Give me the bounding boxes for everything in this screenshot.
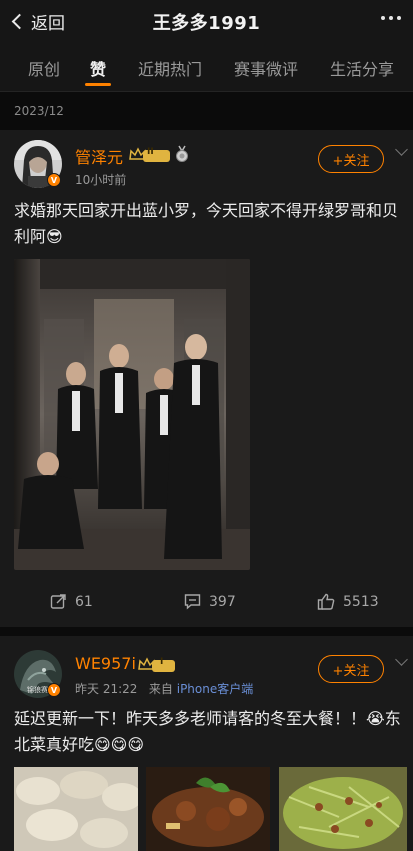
comment-count: 397	[209, 593, 236, 610]
post-actions: 61 397 5513	[0, 593, 413, 623]
card-separator	[0, 627, 413, 636]
verified-v-icon: V	[47, 173, 61, 187]
page-title: 王多多1991	[152, 13, 261, 34]
post-card: 锦狼赛 V WE957i I 昨天 21:22 来自 iPhone客户端 +关注…	[0, 636, 413, 851]
tab-likes[interactable]: 赞	[90, 56, 106, 80]
post-image[interactable]	[14, 259, 250, 570]
tab-bar: 原创 赞 近期热门 赛事微评 生活分享	[0, 42, 413, 92]
tab-recent-hot[interactable]: 近期热门	[138, 56, 202, 80]
dot-icon	[381, 16, 385, 20]
repost-button[interactable]: 61	[50, 593, 93, 610]
avatar-caption: 锦狼赛	[27, 686, 48, 694]
source-link[interactable]: iPhone客户端	[177, 682, 254, 696]
post-card: V 管泽元 II 10小时前 +关注 求婚那天回家开出蓝小罗，今天回家不得开绿罗…	[0, 130, 413, 627]
tab-life-share[interactable]: 生活分享	[330, 56, 394, 80]
tab-match-comments[interactable]: 赛事微评	[234, 56, 298, 80]
post-image[interactable]	[146, 767, 270, 851]
date-section-header: 2023/12	[0, 92, 413, 130]
repost-icon	[50, 594, 66, 609]
more-options-button[interactable]	[381, 16, 401, 20]
crown-level-badge-icon	[138, 657, 175, 672]
post-time: 10小时前	[75, 173, 127, 187]
level-badge-text: I	[160, 657, 164, 667]
post-text: 延迟更新一下！昨天多多老师请客的冬至大餐！！😭东北菜真好吃😋😋😋	[14, 709, 401, 754]
dot-icon	[389, 16, 393, 20]
active-tab-indicator	[85, 83, 111, 86]
chevron-down-icon[interactable]	[395, 143, 408, 156]
comment-icon	[184, 594, 201, 610]
post-image[interactable]	[14, 767, 138, 851]
follow-button[interactable]: +关注	[318, 145, 384, 173]
date-label: 2023/12	[14, 104, 64, 118]
source-prefix: 来自	[148, 682, 173, 696]
username[interactable]: 管泽元	[75, 144, 123, 168]
tab-original[interactable]: 原创	[28, 56, 60, 80]
post-text: 求婚那天回家开出蓝小罗，今天回家不得开绿罗哥和贝利阿😎	[14, 201, 399, 246]
like-count: 5513	[343, 593, 379, 610]
chevron-down-icon[interactable]	[395, 653, 408, 666]
repost-count: 61	[75, 593, 93, 610]
top-nav-bar: 返回 王多多1991	[0, 0, 413, 42]
username[interactable]: WE957i	[75, 654, 136, 673]
level-badge-text: II	[147, 147, 154, 157]
medal-icon	[176, 145, 188, 162]
like-button[interactable]: 5513	[317, 593, 379, 610]
post-meta: 昨天 21:22 来自 iPhone客户端	[75, 680, 253, 697]
post-time: 昨天 21:22	[75, 682, 138, 696]
post-image[interactable]	[279, 767, 407, 851]
dot-icon	[397, 16, 401, 20]
thumbs-up-icon	[317, 593, 335, 610]
follow-button[interactable]: +关注	[318, 655, 384, 683]
verified-v-icon: V	[47, 683, 61, 697]
comment-button[interactable]: 397	[184, 593, 236, 610]
